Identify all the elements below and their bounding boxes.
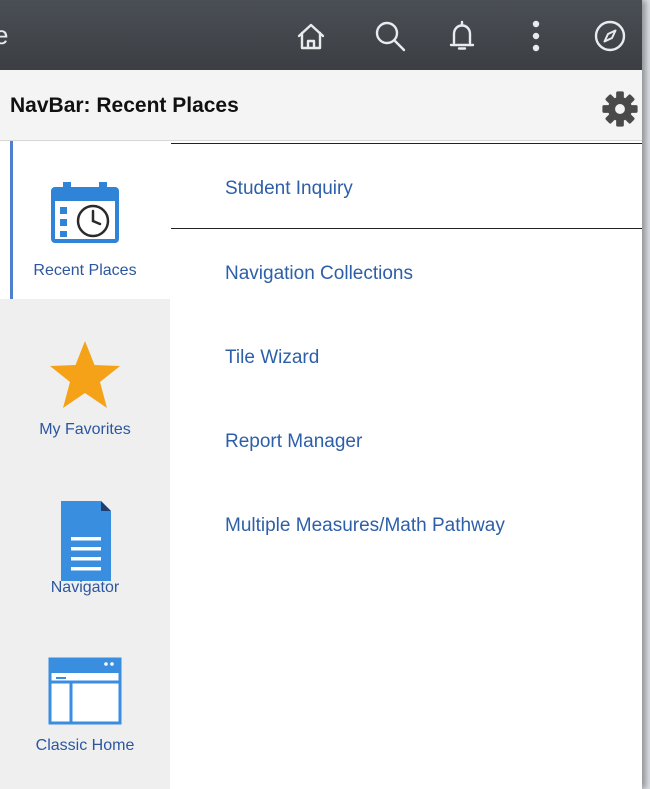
home-button[interactable]: [291, 16, 331, 56]
document-icon: [61, 501, 111, 581]
list-item-label[interactable]: Tile Wizard: [225, 347, 319, 369]
list-item-tile-wizard[interactable]: Tile Wizard: [171, 311, 642, 397]
nav-item-my-favorites[interactable]: My Favorites: [0, 299, 170, 457]
gear-icon[interactable]: [598, 87, 642, 131]
list-item-label[interactable]: Navigation Collections: [225, 263, 413, 285]
list-item-student-inquiry[interactable]: Student Inquiry: [171, 143, 642, 229]
home-icon: [297, 23, 325, 50]
navbar-panel: e NavBar: Recent Places Recent Places My…: [0, 0, 642, 789]
list-item-label[interactable]: Student Inquiry: [225, 178, 353, 200]
browser-window-icon: [48, 657, 122, 725]
nav-item-label: Classic Home: [35, 737, 135, 754]
search-icon: [375, 21, 406, 52]
nav-item-navigator[interactable]: Navigator: [0, 457, 170, 615]
list-item-report-manager[interactable]: Report Manager: [171, 395, 642, 481]
top-header-bar: e: [0, 0, 642, 70]
recent-places-calendar-clock-icon: [51, 182, 119, 243]
list-item-navigation-collections[interactable]: Navigation Collections: [171, 227, 642, 313]
nav-item-label: Navigator: [50, 579, 120, 596]
actions-menu-icon: [532, 20, 540, 52]
page-title: NavBar: Recent Places: [10, 94, 239, 117]
navbar-button[interactable]: [590, 16, 630, 56]
nav-item-label: My Favorites: [39, 421, 131, 438]
notification-bell-icon: [449, 20, 475, 50]
navbar-title-bar: NavBar: Recent Places: [0, 70, 642, 141]
navbar-compass-icon: [594, 20, 626, 52]
list-item-label[interactable]: Multiple Measures/Math Pathway: [225, 515, 505, 537]
nav-item-recent-places[interactable]: Recent Places: [0, 141, 170, 299]
navbar-side-menu: Recent Places My Favorites Navigator Cla…: [0, 141, 170, 789]
star-icon: [50, 341, 120, 408]
notifications-button[interactable]: [442, 16, 482, 56]
nav-item-label: Recent Places: [33, 262, 137, 279]
header-title-fragment: e: [0, 20, 9, 50]
nav-item-classic-home[interactable]: Classic Home: [0, 615, 170, 773]
list-item-label[interactable]: Report Manager: [225, 431, 362, 453]
recent-places-list: Student Inquiry Navigation Collections T…: [171, 141, 642, 789]
actions-menu-button[interactable]: [516, 16, 556, 56]
search-button[interactable]: [370, 16, 410, 56]
list-item-multiple-measures-math-pathway[interactable]: Multiple Measures/Math Pathway: [171, 479, 642, 565]
